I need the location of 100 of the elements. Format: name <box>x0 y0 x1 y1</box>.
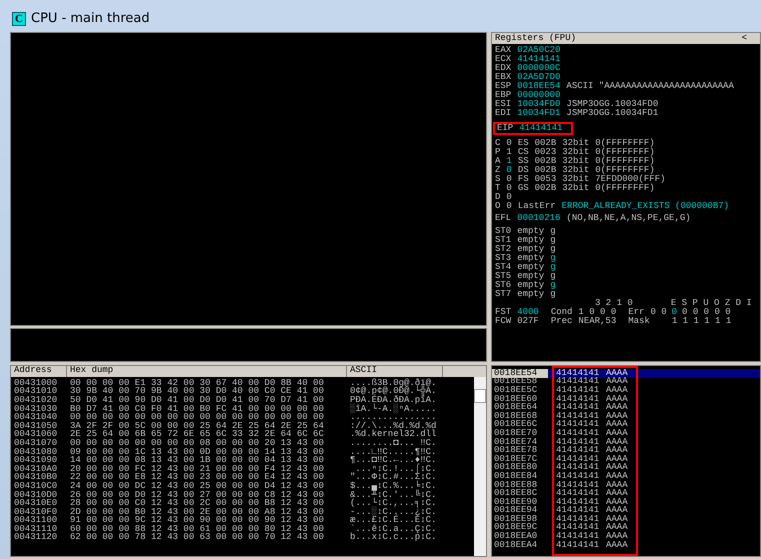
column-header[interactable]: ASCII <box>347 366 443 377</box>
segment-name: GS <box>518 184 529 193</box>
register-value: 00000000 <box>517 91 560 100</box>
stack-row[interactable]: 0018EE84 41414141 AAAA <box>492 472 760 481</box>
stack-row[interactable]: 0018EE6C 41414141 AAAA <box>492 420 760 430</box>
stack-address: 0018EE64 <box>493 403 538 412</box>
fpu-register-value: empty <box>517 263 544 272</box>
stack-row[interactable]: 0018EEA4 41414141 AAAA <box>492 540 760 550</box>
address-cell-text: 00431030 <box>13 404 58 414</box>
cond-label: Cond <box>550 308 572 317</box>
fpu-register-value: empty <box>517 281 544 290</box>
err-bits: 0 0 <box>650 308 667 317</box>
stack-ascii: AAAA <box>606 428 628 438</box>
stack-row[interactable]: 0018EE54 41414141 AAAA <box>492 369 760 378</box>
stack-value: 41414141 <box>556 420 600 430</box>
stack-address: 0018EE80 <box>493 463 538 472</box>
stack-ascii: AAAA <box>606 514 628 524</box>
fpu-register-value: empty <box>517 272 544 281</box>
stack-row[interactable]: 0018EE64 41414141 AAAA <box>492 403 760 412</box>
last-error-value: ERROR_ALREADY_EXISTS (000000B7) <box>562 202 730 211</box>
stack-row[interactable]: 0018EE58 41414141 AAAA <box>492 378 760 386</box>
address-cell-text: 004310A0 <box>13 464 58 474</box>
stack-row[interactable]: 0018EEA0 41414141 AAAA <box>492 532 760 541</box>
stack-row[interactable]: 0018EE70 41414141 AAAA <box>492 429 760 438</box>
err-label: Err <box>628 308 644 317</box>
stack-ascii: AAAA <box>606 489 628 498</box>
register-value: 41414141 <box>517 55 560 64</box>
stack-ascii: AAAA <box>606 480 628 490</box>
mask-label: Mask <box>628 317 650 326</box>
hex-bytes: 00 00 00 00 00 00 00 00 00 00 00 00 00 00 00 00 <box>69 413 325 422</box>
stack-ascii: AAAA <box>606 368 628 378</box>
stack-row[interactable]: 0018EE68 41414141 AAAA <box>492 412 760 421</box>
stack-address: 0018EE70 <box>493 428 538 438</box>
hex-bytes: 26 00 00 00 D0 12 43 00 27 00 00 00 C8 12 43 00 <box>69 490 325 500</box>
ascii-cell-text: PÐA.ÉÐA.ðÐA.pîA. <box>349 396 438 405</box>
ascii-cell-text: .%d.kernel32.dll <box>349 430 438 440</box>
address-cell-text: 00431120 <box>13 533 58 542</box>
stack-ascii: AAAA <box>606 532 628 542</box>
collapse-button[interactable]: < <box>732 34 757 43</box>
address-cell-text: 00431020 <box>13 396 58 405</box>
stack-value: 41414141 <box>556 446 600 456</box>
stack-value: 41414141 <box>556 368 600 378</box>
register-value: 027F <box>517 317 539 326</box>
stack-row[interactable]: 0018EE8C 41414141 AAAA <box>492 489 760 498</box>
register-value: 10034FD0 <box>517 100 560 109</box>
flag-value: 0 <box>506 139 512 148</box>
flag-name: Z <box>495 166 500 175</box>
hex-bytes: 28 00 00 00 C0 12 43 00 2C 00 00 00 B8 12 43 00 <box>69 499 325 508</box>
hex-bytes: 30 9B 40 00 70 9B 40 00 30 D0 40 00 C0 CE 41 00 <box>69 387 325 396</box>
flag-value: 0 <box>506 193 512 202</box>
stack-row[interactable]: 0018EE78 41414141 AAAA <box>492 446 760 455</box>
stack-row[interactable]: 0018EE74 41414141 AAAA <box>492 438 760 446</box>
address-cell-text: 004310E0 <box>13 499 58 508</box>
ascii-cell-text: b...x↕C.c...p↕C. <box>349 533 438 542</box>
register-value: 41414141 <box>519 124 562 133</box>
stack-ascii: AAAA <box>606 438 628 447</box>
stack-row[interactable]: 0018EE9C 41414141 AAAA <box>492 524 760 532</box>
register-name: ESI <box>495 100 512 109</box>
segment-selector: 0053 <box>534 175 556 184</box>
stack-address: 0018EE5C <box>493 386 538 395</box>
scrollbar[interactable] <box>474 377 486 556</box>
stack-row[interactable]: 0018EE80 41414141 AAAA <box>492 464 760 472</box>
hex-bytes: 91 00 00 00 9C 12 43 00 90 00 00 00 90 12 43 00 <box>69 516 325 526</box>
prec-label: Prec <box>550 317 572 326</box>
hex-bytes: 62 00 00 00 78 12 43 00 63 00 00 00 70 12 43 00 <box>69 533 325 542</box>
segment-selector: 002B <box>534 157 556 166</box>
ascii-cell-text: ░îA.└-A.░ⁿA..... <box>349 404 438 414</box>
stack-row[interactable]: 0018EE60 41414141 AAAA <box>492 394 760 404</box>
stack-row[interactable]: 0018EE90 41414141 AAAA <box>492 498 760 506</box>
stack-row[interactable]: 0018EE98 41414141 AAAA <box>492 515 760 524</box>
condition-bit-labels: 3 2 1 0 <box>595 299 633 308</box>
stack-ascii: AAAA <box>606 523 628 532</box>
ascii-cell-text: 0¢@.p¢@.0Ð@.└╬A. <box>349 387 438 396</box>
hex-bytes: 22 00 00 00 E8 12 43 00 23 00 00 00 E4 12 43 00 <box>69 473 325 482</box>
fpu-tag: g <box>550 227 556 236</box>
address-cell-text: 004310B0 <box>13 473 58 482</box>
register-name: FST <box>495 308 512 317</box>
stack-ascii: AAAA <box>606 498 628 507</box>
ascii-cell-text: ....ß3B.0g@.ðï@. <box>349 378 438 388</box>
fpu-tag: g <box>550 272 556 281</box>
scroll-thumb[interactable] <box>474 389 486 403</box>
stack-row[interactable]: 0018EE88 41414141 AAAA <box>492 480 760 490</box>
address-cell-text: 004310C0 <box>13 482 58 491</box>
fpu-register-value: empty <box>517 227 544 236</box>
err-bit: 0 <box>672 308 678 317</box>
address-cell-text: 00431060 <box>13 430 58 440</box>
segment-base: 0(FFFFFFFF) <box>595 184 655 193</box>
stack-row[interactable]: 0018EE5C 41414141 AAAA <box>492 386 760 395</box>
segment-name: DS <box>518 166 529 175</box>
register-value: 02A50C20 <box>517 46 560 55</box>
stack-ascii: AAAA <box>606 394 628 404</box>
stack-row[interactable]: 0018EE7C 41414141 AAAA <box>492 454 760 464</box>
fpu-register-name: ST1 <box>495 236 512 245</box>
address-cell-text: 00431050 <box>13 422 58 431</box>
hex-bytes: 2D 00 00 00 B0 12 43 00 2E 00 00 00 A8 12 43 00 <box>69 508 325 517</box>
stack-ascii: AAAA <box>606 420 628 430</box>
flag-name: D <box>495 193 500 202</box>
flag-value: 0 <box>506 166 512 175</box>
stack-row[interactable]: 0018EE94 41414141 AAAA <box>492 506 760 516</box>
segment-bits: 32bit <box>562 157 590 166</box>
